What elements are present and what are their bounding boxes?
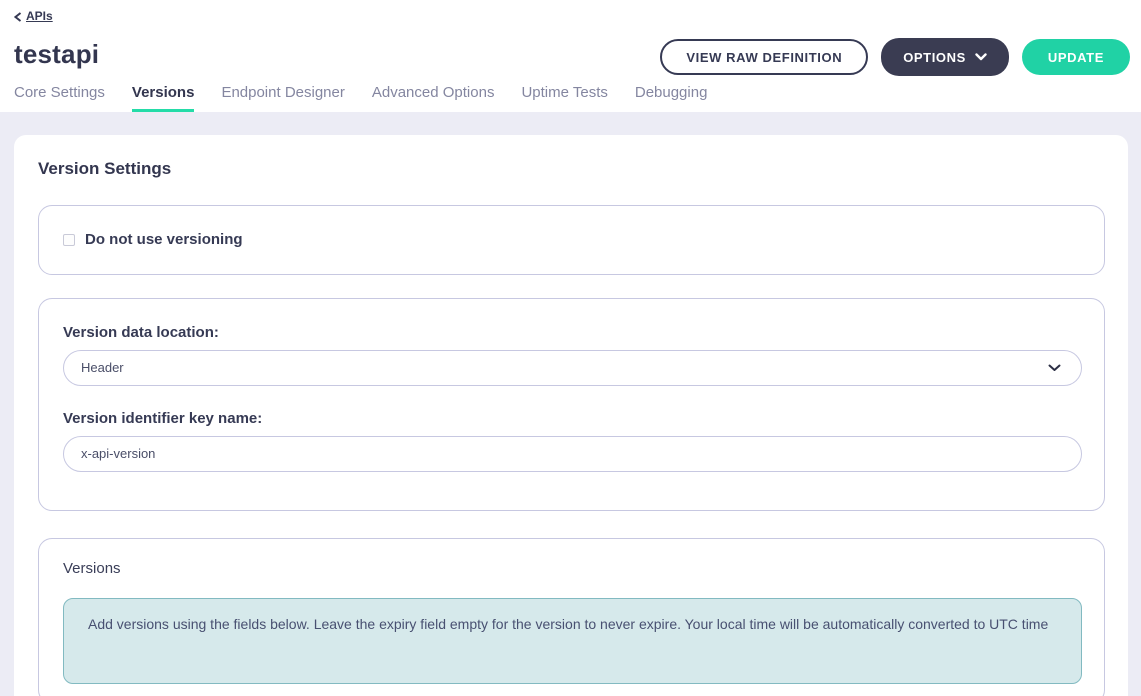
version-data-location-label: Version data location: (63, 324, 1080, 341)
page-header: APIs testapi VIEW RAW DEFINITION OPTIONS… (0, 0, 1141, 70)
tab-core-settings[interactable]: Core Settings (14, 84, 105, 112)
tab-advanced-options[interactable]: Advanced Options (372, 84, 495, 112)
options-button-label: OPTIONS (903, 50, 966, 65)
versions-list-box: Versions Add versions using the fields b… (38, 538, 1105, 696)
header-actions: VIEW RAW DEFINITION OPTIONS UPDATE (660, 38, 1130, 76)
update-button[interactable]: UPDATE (1022, 39, 1130, 75)
tab-bar: Core Settings Versions Endpoint Designer… (0, 84, 1141, 112)
versions-section-title: Versions (63, 560, 1080, 577)
tab-uptime-tests[interactable]: Uptime Tests (521, 84, 607, 112)
chevron-left-icon (14, 12, 22, 22)
version-data-location-select[interactable]: Header (63, 350, 1082, 386)
versions-info-banner: Add versions using the fields below. Lea… (63, 598, 1082, 684)
tab-debugging[interactable]: Debugging (635, 84, 708, 112)
chevron-down-icon (975, 53, 987, 61)
options-button[interactable]: OPTIONS (881, 38, 1009, 76)
version-data-location-value: Header (81, 360, 124, 375)
tab-versions[interactable]: Versions (132, 84, 195, 112)
do-not-use-versioning-label: Do not use versioning (85, 231, 243, 248)
version-config-box: Version data location: Header Version id… (38, 298, 1105, 511)
version-identifier-key-label: Version identifier key name: (63, 410, 1080, 427)
version-settings-card: Version Settings Do not use versioning V… (14, 135, 1128, 696)
breadcrumb-label: APIs (26, 9, 53, 23)
tab-endpoint-designer[interactable]: Endpoint Designer (221, 84, 344, 112)
content-area: Version Settings Do not use versioning V… (0, 112, 1141, 696)
do-not-use-versioning-row: Do not use versioning (63, 231, 243, 248)
section-heading: Version Settings (38, 159, 1104, 179)
version-identifier-key-input[interactable] (63, 436, 1082, 472)
chevron-down-icon (1048, 364, 1061, 372)
breadcrumb[interactable]: APIs (14, 9, 53, 23)
view-raw-definition-button[interactable]: VIEW RAW DEFINITION (660, 39, 868, 75)
versioning-toggle-box: Do not use versioning (38, 205, 1105, 275)
do-not-use-versioning-checkbox[interactable] (63, 234, 75, 246)
